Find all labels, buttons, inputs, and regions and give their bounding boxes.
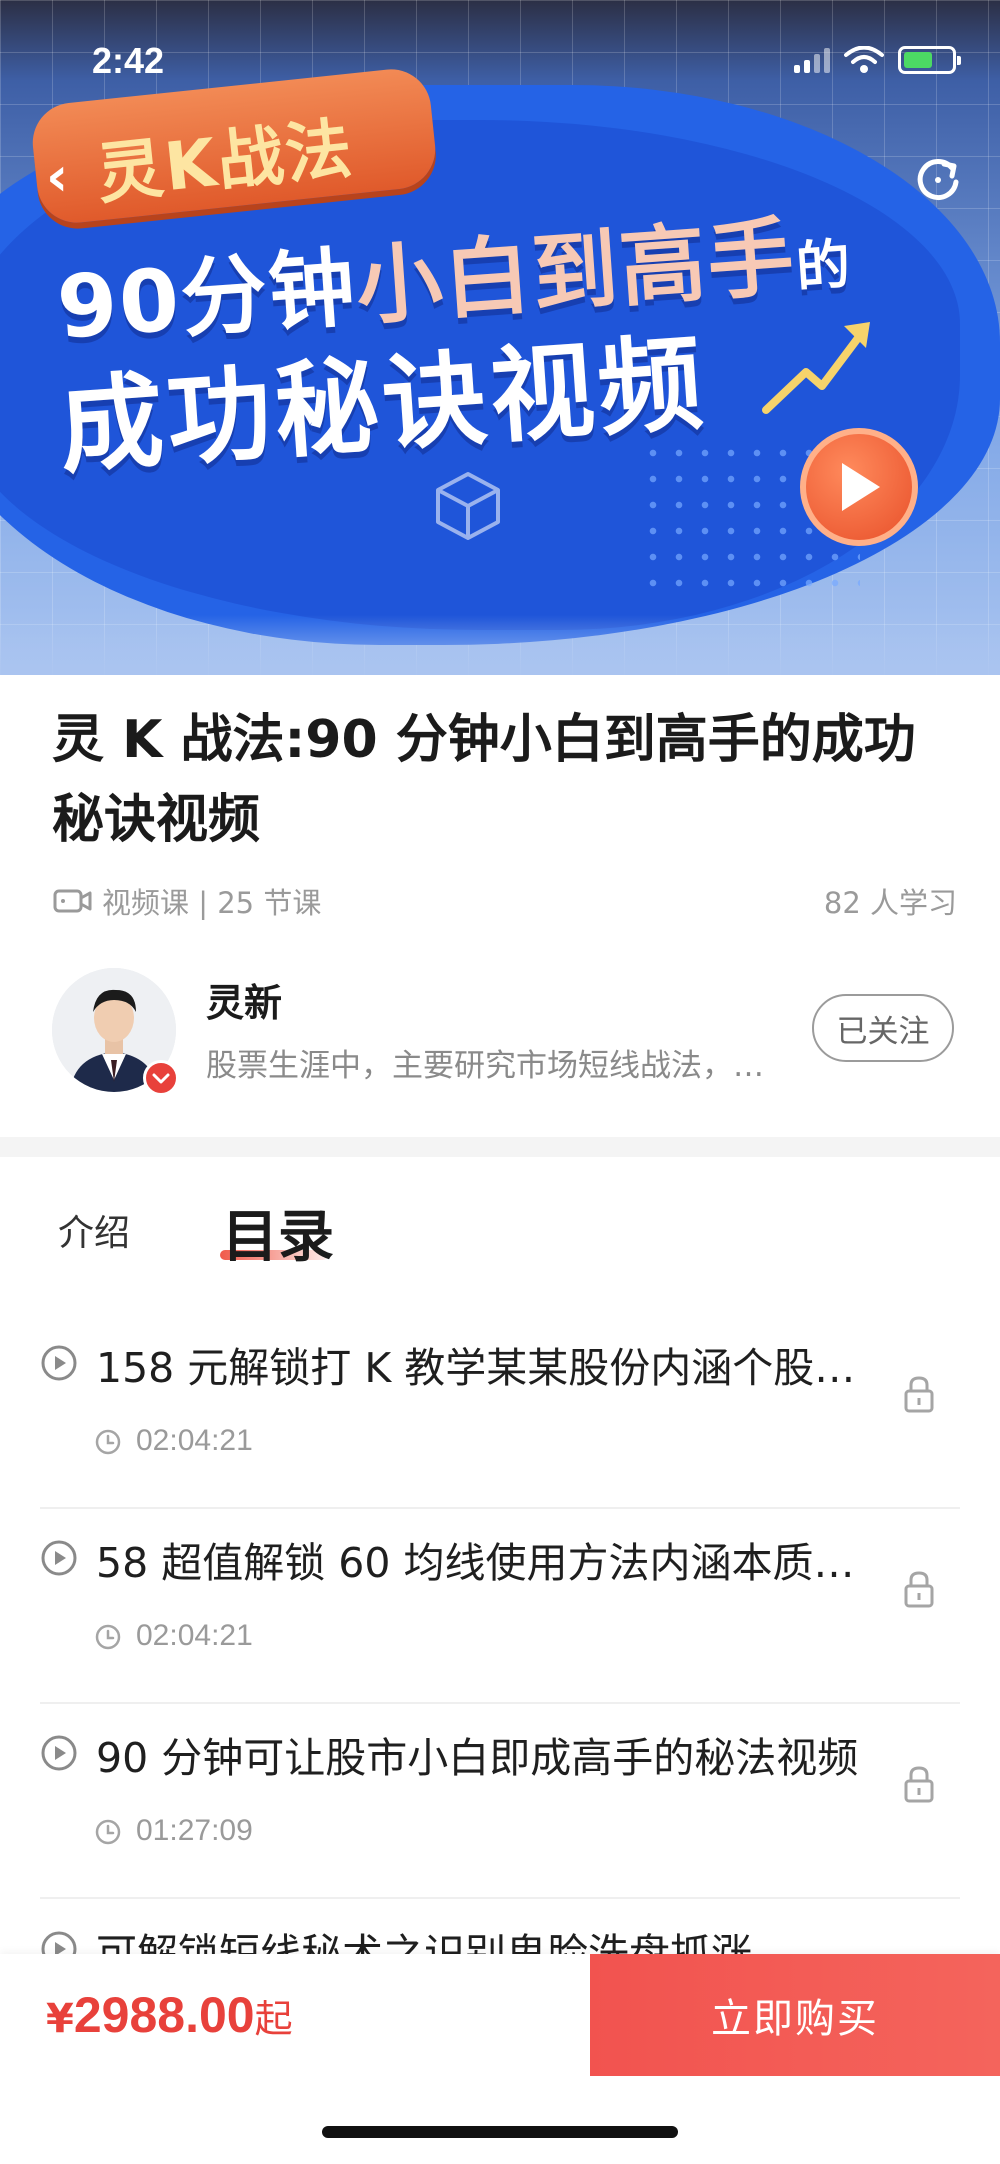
author-bio: 股票生涯中，主要研究市场短线战法，擅长短线交易 — [206, 1048, 766, 1084]
lesson-duration: 02:04:21 — [136, 1424, 253, 1457]
lesson-title: 158 元解锁打 K 教学某某股份内涵个股分析 — [96, 1344, 886, 1392]
author-name[interactable]: 灵新 — [206, 972, 282, 1027]
play-circle-icon — [41, 1540, 77, 1576]
clock-icon — [95, 1429, 121, 1455]
lock-icon — [904, 1766, 934, 1803]
status-time: 2:42 — [92, 40, 165, 81]
verified-badge-icon — [143, 1060, 179, 1096]
buy-now-button[interactable]: 立即购买 — [590, 1954, 1000, 2076]
play-circle-icon — [41, 1735, 77, 1771]
tab-catalog[interactable]: 目录 — [222, 1192, 334, 1273]
wifi-icon — [844, 46, 884, 73]
price-amount: 2988.00 — [73, 1987, 255, 2043]
lock-icon — [904, 1571, 934, 1608]
home-indicator[interactable] — [322, 2126, 678, 2138]
headline-suffix: 的 — [793, 232, 855, 300]
clock-icon — [95, 1624, 121, 1650]
tab-intro[interactable]: 介绍 — [58, 1204, 130, 1256]
rising-arrow-icon — [762, 322, 870, 414]
video-camera-icon — [53, 889, 92, 913]
lesson-duration: 02:04:21 — [136, 1619, 253, 1652]
lesson-title: 90 分钟可让股市小白即成高手的秘法视频 — [96, 1734, 859, 1782]
price-currency: ¥ — [46, 1996, 74, 2042]
lesson-item[interactable]: 可解锁短线秘术之识别鬼脸洗盘抓涨 — [40, 1900, 960, 1960]
course-type-label: 视频课 | 25 节课 — [102, 886, 322, 920]
play-icon — [842, 463, 880, 511]
cube-icon — [436, 472, 500, 540]
price-label: ¥2988.00起 — [46, 1986, 293, 2044]
back-button[interactable]: ‹ — [46, 150, 68, 204]
banner-bottom-fade — [0, 615, 1000, 675]
learner-count: 82 人学习 — [823, 886, 957, 920]
refresh-icon[interactable] — [914, 154, 962, 202]
section-divider — [0, 1137, 1000, 1157]
price-suffix: 起 — [254, 1997, 293, 2041]
follow-button[interactable]: 已关注 — [812, 994, 954, 1062]
lesson-item[interactable]: 158 元解锁打 K 教学某某股份内涵个股分析 02:04:21 — [40, 1314, 960, 1509]
lesson-item[interactable]: 58 超值解锁 60 均线使用方法内涵本质讲解 02:04:21 — [40, 1509, 960, 1704]
cellular-signal-icon — [794, 47, 830, 73]
clock-icon — [95, 1819, 121, 1845]
status-icons — [794, 46, 961, 74]
course-title: 灵 K 战法:90 分钟小白到高手的成功秘诀视频 — [52, 710, 916, 850]
lesson-item[interactable]: 90 分钟可让股市小白即成高手的秘法视频 01:27:09 — [40, 1704, 960, 1899]
lesson-duration: 01:27:09 — [136, 1814, 253, 1847]
video-play-button[interactable] — [800, 428, 918, 546]
play-circle-icon — [41, 1345, 77, 1381]
course-meta-row: 视频课 | 25 节课 82 人学习 — [52, 880, 957, 922]
lesson-item-partial[interactable]: 可解锁短线秘术之识别鬼脸洗盘抓涨 — [40, 1900, 960, 1960]
lesson-title: 58 超值解锁 60 均线使用方法内涵本质讲解 — [96, 1539, 886, 1587]
lesson-divider — [40, 1897, 960, 1899]
lock-icon — [904, 1376, 934, 1413]
battery-icon — [898, 46, 961, 74]
course-banner[interactable]: 灵K战法 90分钟小白到高手的 成功秘诀视频 ‹ 2:42 — [0, 0, 1000, 675]
course-type: 视频课 | 25 节课 — [52, 880, 321, 922]
